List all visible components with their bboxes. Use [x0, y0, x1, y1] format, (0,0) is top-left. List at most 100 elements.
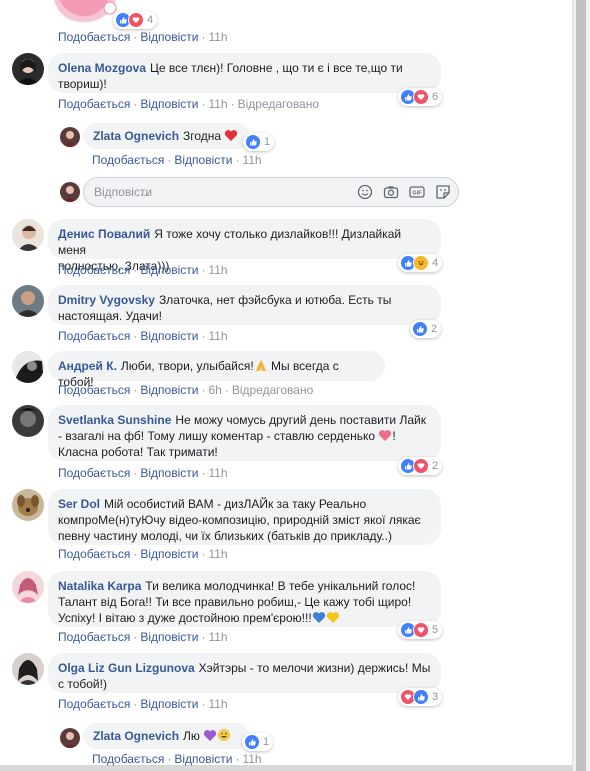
timestamp[interactable]: 6h	[208, 383, 221, 397]
reply-link[interactable]: Відповісти	[140, 383, 198, 397]
reply-bubble: Zlata Ognevich Згодна	[83, 123, 250, 149]
reply-link[interactable]: Відповісти	[140, 466, 198, 480]
reaction-summary[interactable]: 4	[398, 254, 443, 272]
comment-actions: Подобається · Відповісти · 11h	[92, 153, 262, 167]
comment-actions: Подобається · Відповісти · 11h	[58, 697, 228, 711]
reaction-summary[interactable]: 1	[242, 733, 274, 751]
reply-link[interactable]: Відповісти	[140, 97, 198, 111]
timestamp[interactable]: 11h	[242, 153, 261, 167]
author-name[interactable]: Olga Liz Gun Lizgunova	[58, 661, 195, 675]
comment-text-2: твориш)!	[58, 77, 107, 91]
avatar[interactable]	[60, 728, 80, 748]
heart-emoji	[225, 130, 238, 141]
reply-link[interactable]: Відповісти	[174, 752, 232, 766]
comment-text-3: Успіху! І вітаю з дуже достойною прем'єр…	[58, 611, 312, 625]
author-name[interactable]: Денис Повалий	[58, 227, 150, 241]
avatar[interactable]	[60, 127, 80, 147]
reaction-count: 2	[431, 323, 438, 335]
avatar[interactable]	[12, 53, 44, 85]
author-name[interactable]: Dmitry Vygovsky	[58, 293, 155, 307]
comment-text: Це все тлєн)! Головне , що ти є і все те…	[150, 61, 403, 75]
reaction-summary[interactable]: 3	[398, 688, 443, 706]
comment-text: Не можу чомусь другий день поставити Лай…	[175, 413, 426, 427]
like-link[interactable]: Подобається	[58, 630, 130, 644]
author-name[interactable]: Natalika Karpa	[58, 579, 141, 593]
timestamp[interactable]: 11h	[208, 466, 227, 480]
like-link[interactable]: Подобається	[92, 153, 164, 167]
avatar[interactable]	[12, 653, 44, 685]
comment-bubble: Olena Mozgova Це все тлєн)! Головне , що …	[48, 53, 441, 93]
reply-link[interactable]: Відповісти	[140, 547, 198, 561]
comment-bubble: Андрей К. Люби, твори, улыбайся! Мы всегд…	[48, 351, 385, 389]
author-name[interactable]: Ser Dol	[58, 497, 100, 511]
avatar[interactable]	[12, 405, 44, 437]
comment-bubble: Ser Dol Мій особистий ВАМ - дизЛАЙк за та…	[48, 489, 441, 545]
yellow-heart-emoji	[326, 612, 339, 623]
comment-text: Люби, твори, улыбайся!	[120, 359, 254, 373]
reaction-summary[interactable]: 6	[398, 88, 443, 106]
like-link[interactable]: Подобається	[58, 30, 130, 44]
edited-label[interactable]: Відредаговано	[232, 383, 313, 397]
author-name[interactable]: Olena Mozgova	[58, 61, 146, 75]
gif-icon[interactable]: GIF	[408, 183, 426, 201]
timestamp[interactable]: 11h	[208, 329, 227, 343]
comment-text-2: - взагалі на фб! Тому лишу коментар - ст…	[58, 429, 376, 443]
comment-actions: Подобається · Відповісти · 6h · Відредаговано	[58, 383, 314, 397]
reply-input[interactable]: Відповісти... GIF	[83, 177, 459, 207]
timestamp[interactable]: 11h	[208, 547, 227, 561]
comment-actions: Подобається · Відповісти · 11h	[58, 30, 228, 44]
like-icon	[412, 321, 428, 337]
timestamp[interactable]: 11h	[208, 97, 227, 111]
timestamp[interactable]: 11h	[208, 697, 227, 711]
reply-link[interactable]: Відповісти	[140, 263, 198, 277]
comment-text-2: Талант від Бога!! Ти все правильно робиш…	[58, 595, 412, 609]
comment-text: Ти велика молодчинка! В тебе унікальний …	[145, 579, 416, 593]
reaction-summary[interactable]: 5	[398, 621, 443, 639]
timestamp[interactable]: 11h	[208, 263, 227, 277]
scrollbar[interactable]	[572, 0, 590, 771]
timestamp[interactable]: 11h	[208, 630, 227, 644]
reaction-summary[interactable]: 2	[398, 457, 443, 475]
avatar[interactable]	[12, 219, 44, 251]
like-link[interactable]: Подобається	[92, 752, 164, 766]
avatar[interactable]	[12, 489, 44, 521]
comment-actions: Подобається · Відповісти · 11h	[58, 263, 228, 277]
comment-bubble: Natalika Karpa Ти велика молодчинка! В те…	[48, 571, 441, 627]
comment-bubble: Dmitry Vygovsky Златочка, нет фэйсбука и …	[48, 285, 441, 325]
like-link[interactable]: Подобається	[58, 466, 130, 480]
comment-text-2: компроМе(н)туЮчу відео-композицію, приро…	[58, 513, 421, 527]
comment-actions: Подобається · Відповісти · 11h	[58, 466, 228, 480]
avatar[interactable]	[12, 571, 44, 603]
like-link[interactable]: Подобається	[58, 383, 130, 397]
reply-link[interactable]: Відповісти	[140, 329, 198, 343]
comment-actions: Подобається · Відповісти · 11h	[92, 752, 262, 766]
like-link[interactable]: Подобається	[58, 329, 130, 343]
avatar[interactable]	[12, 285, 44, 317]
reaction-summary[interactable]: 4	[113, 11, 158, 29]
love-icon	[413, 89, 429, 105]
reply-link[interactable]: Відповісти	[140, 697, 198, 711]
like-link[interactable]: Подобається	[58, 697, 130, 711]
reaction-summary[interactable]: 2	[410, 320, 442, 338]
author-name[interactable]: Zlata Ognevich	[93, 729, 179, 743]
scrollbar-thumb[interactable]	[576, 0, 586, 771]
edited-label[interactable]: Відредаговано	[238, 97, 319, 111]
camera-icon[interactable]	[382, 183, 400, 201]
author-name[interactable]: Svetlanka Sunshine	[58, 413, 171, 427]
horizontal-scrollbar[interactable]	[0, 765, 573, 771]
emoji-icon[interactable]	[356, 183, 374, 201]
reply-link[interactable]: Відповісти	[140, 630, 198, 644]
reply-link[interactable]: Відповісти	[140, 30, 198, 44]
sticker-icon[interactable]	[434, 183, 452, 201]
like-link[interactable]: Подобається	[58, 97, 130, 111]
author-name[interactable]: Андрей К.	[58, 359, 117, 373]
reaction-summary[interactable]: 1	[243, 133, 275, 151]
comment-text: Мій особистий ВАМ - дизЛАЙк за таку Реал…	[104, 497, 367, 511]
timestamp[interactable]: 11h	[242, 752, 261, 766]
like-link[interactable]: Подобається	[58, 263, 130, 277]
timestamp[interactable]: 11h	[208, 30, 227, 44]
like-link[interactable]: Подобається	[58, 547, 130, 561]
author-name[interactable]: Zlata Ognevich	[93, 129, 179, 143]
avatar[interactable]	[12, 351, 44, 383]
reply-link[interactable]: Відповісти	[174, 153, 232, 167]
